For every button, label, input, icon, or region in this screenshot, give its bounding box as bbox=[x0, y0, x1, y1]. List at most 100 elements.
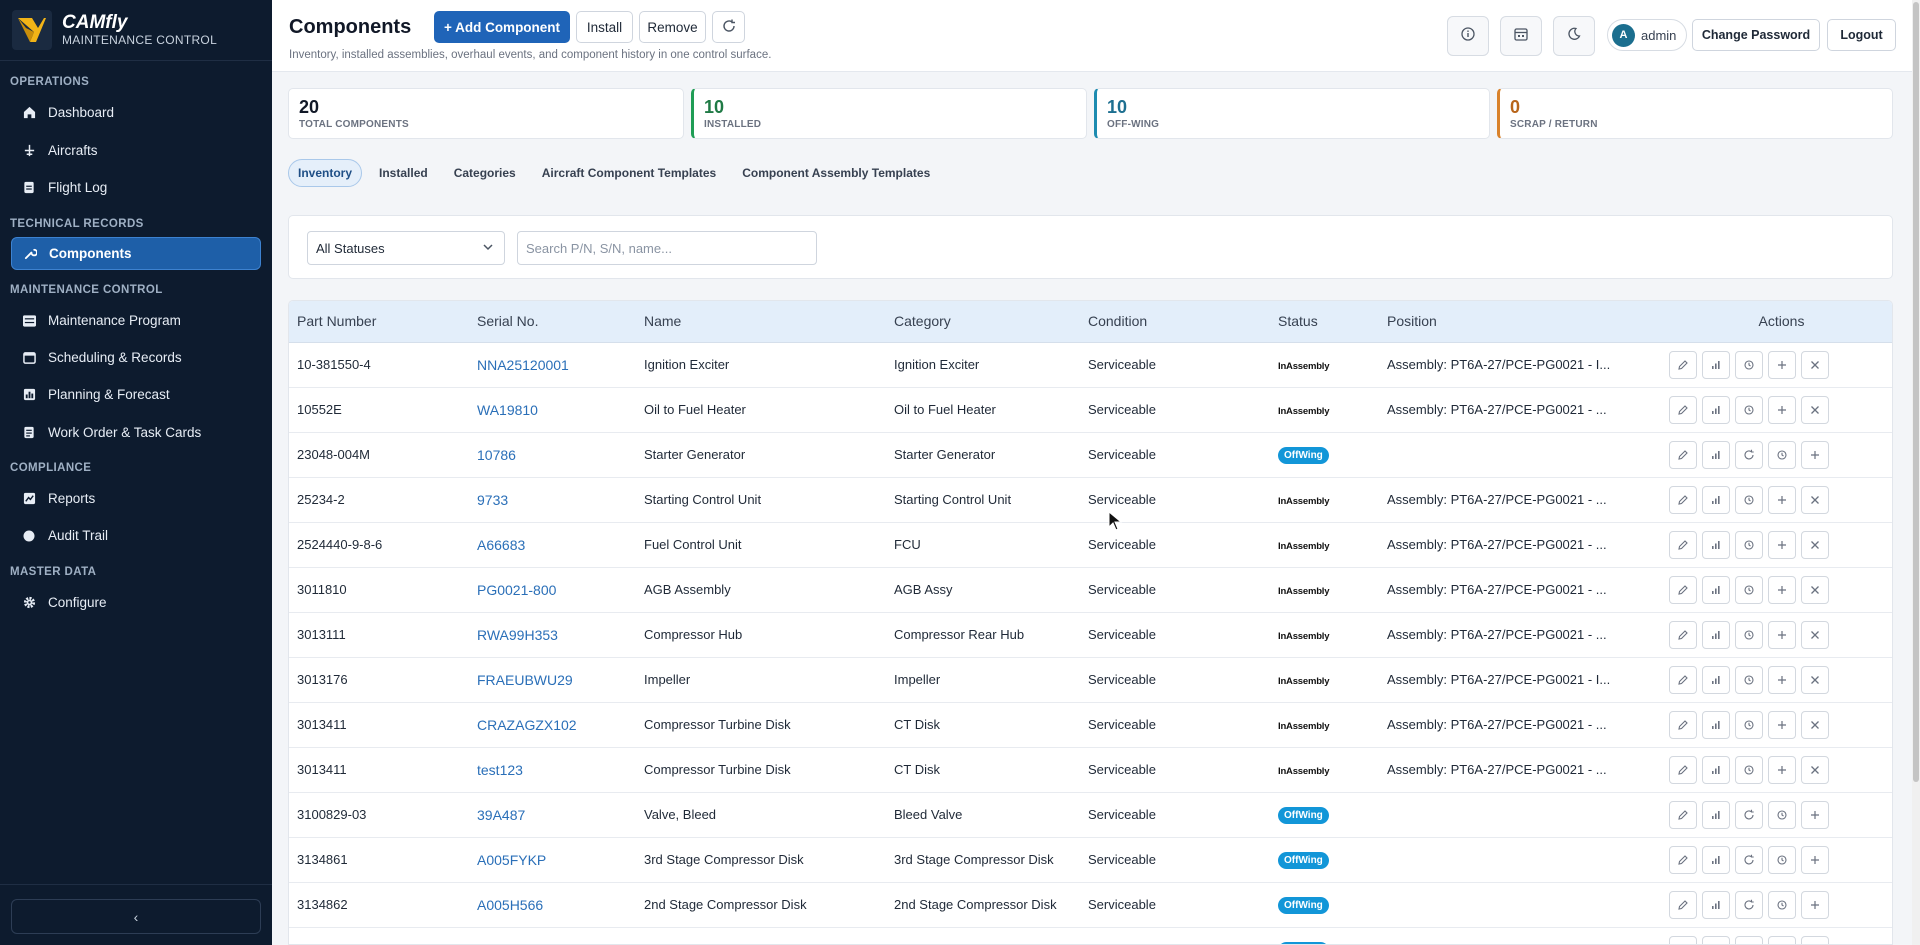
row-action-history-button[interactable] bbox=[1735, 395, 1763, 424]
table-row[interactable]: 25234-2 9733 Starting Control Unit Starting… bbox=[289, 477, 1892, 523]
tab-installed[interactable]: Installed bbox=[370, 160, 437, 186]
table-row[interactable]: 3013111 RWA99H353 Compressor Hub Compressor… bbox=[289, 612, 1892, 658]
table-row[interactable]: 10552E WA19810 Oil to Fuel Heater Oil to Fu… bbox=[289, 387, 1892, 433]
row-action-plus-button[interactable] bbox=[1768, 620, 1796, 649]
row-action-plus-button[interactable] bbox=[1768, 710, 1796, 739]
row-action-history-button[interactable] bbox=[1735, 350, 1763, 379]
refresh-button[interactable] bbox=[712, 11, 745, 43]
table-row[interactable]: 3100829-03 39A487 Valve, Bleed Bleed Valve S… bbox=[289, 792, 1892, 838]
row-action-chart-button[interactable] bbox=[1702, 845, 1730, 874]
row-action-edit-button[interactable] bbox=[1669, 440, 1697, 469]
row-action-close-button[interactable] bbox=[1801, 665, 1829, 694]
cell-serial-no[interactable]: PG0021-800 bbox=[469, 567, 636, 613]
row-action-plus-button[interactable] bbox=[1801, 845, 1829, 874]
sidebar-item-configure[interactable]: Configure bbox=[11, 586, 261, 619]
table-row[interactable]: 3013411 test123 Compressor Turbine Disk CT … bbox=[289, 747, 1892, 793]
row-action-history-button[interactable] bbox=[1735, 485, 1763, 514]
row-action-edit-button[interactable] bbox=[1669, 530, 1697, 559]
row-action-refresh-button[interactable] bbox=[1735, 440, 1763, 469]
install-button[interactable]: Install bbox=[576, 11, 633, 43]
row-action-close-button[interactable] bbox=[1801, 395, 1829, 424]
sidebar-item-work-order-task-cards[interactable]: Work Order & Task Cards bbox=[11, 416, 261, 449]
row-action-edit-button[interactable] bbox=[1669, 575, 1697, 604]
row-action-chart-button[interactable] bbox=[1702, 665, 1730, 694]
cell-serial-no[interactable]: 9733 bbox=[469, 477, 636, 523]
row-action-plus-button[interactable] bbox=[1801, 800, 1829, 829]
sidebar-item-reports[interactable]: Reports bbox=[11, 482, 261, 515]
row-action-history-button[interactable] bbox=[1768, 845, 1796, 874]
table-row[interactable]: 3013411 CRAZAGZX102 Compressor Turbine Dis… bbox=[289, 702, 1892, 748]
tab-inventory[interactable]: Inventory bbox=[288, 159, 363, 187]
cell-serial-no[interactable]: A005H566 bbox=[469, 882, 636, 928]
row-action-history-button[interactable] bbox=[1735, 710, 1763, 739]
row-action-plus-button[interactable] bbox=[1801, 935, 1829, 944]
row-action-edit-button[interactable] bbox=[1669, 485, 1697, 514]
column-header-category[interactable]: Category bbox=[886, 301, 1080, 343]
row-action-edit-button[interactable] bbox=[1669, 395, 1697, 424]
row-action-chart-button[interactable] bbox=[1702, 485, 1730, 514]
row-action-chart-button[interactable] bbox=[1702, 890, 1730, 919]
row-action-edit-button[interactable] bbox=[1669, 935, 1697, 944]
row-action-close-button[interactable] bbox=[1801, 575, 1829, 604]
column-header-condition[interactable]: Condition bbox=[1080, 301, 1270, 343]
status-filter-select[interactable]: All Statuses bbox=[307, 231, 505, 265]
cell-serial-no[interactable] bbox=[469, 927, 636, 944]
logout-button[interactable]: Logout bbox=[1827, 19, 1896, 51]
row-action-refresh-button[interactable] bbox=[1735, 935, 1763, 944]
column-header-part-number[interactable]: Part Number bbox=[289, 301, 469, 343]
row-action-plus-button[interactable] bbox=[1768, 350, 1796, 379]
sidebar-collapse-button[interactable]: ‹ bbox=[11, 899, 261, 934]
row-action-close-button[interactable] bbox=[1801, 530, 1829, 559]
user-menu[interactable]: A admin bbox=[1607, 19, 1687, 51]
table-row[interactable]: 10-381550-4 NNA25120001 Ignition Exciter Ig… bbox=[289, 342, 1892, 388]
cell-serial-no[interactable]: FRAEUBWU29 bbox=[469, 657, 636, 703]
row-action-edit-button[interactable] bbox=[1669, 620, 1697, 649]
row-action-chart-button[interactable] bbox=[1702, 395, 1730, 424]
sidebar-item-planning-forecast[interactable]: Planning & Forecast bbox=[11, 378, 261, 411]
row-action-history-button[interactable] bbox=[1735, 620, 1763, 649]
row-action-history-button[interactable] bbox=[1768, 890, 1796, 919]
row-action-chart-button[interactable] bbox=[1702, 440, 1730, 469]
row-action-chart-button[interactable] bbox=[1702, 350, 1730, 379]
row-action-history-button[interactable] bbox=[1735, 575, 1763, 604]
table-row[interactable]: OffWing bbox=[289, 927, 1892, 944]
sidebar-item-maintenance-program[interactable]: Maintenance Program bbox=[11, 304, 261, 337]
row-action-edit-button[interactable] bbox=[1669, 800, 1697, 829]
table-row[interactable]: 3134861 A005FYKP 3rd Stage Compressor Disk… bbox=[289, 837, 1892, 883]
row-action-refresh-button[interactable] bbox=[1735, 800, 1763, 829]
tab-aircraft-component-templates[interactable]: Aircraft Component Templates bbox=[533, 160, 725, 186]
row-action-chart-button[interactable] bbox=[1702, 755, 1730, 784]
row-action-chart-button[interactable] bbox=[1702, 620, 1730, 649]
table-row[interactable]: 3011810 PG0021-800 AGB Assembly AGB Assy Ser… bbox=[289, 567, 1892, 613]
column-header-position[interactable]: Position bbox=[1379, 301, 1661, 343]
row-action-plus-button[interactable] bbox=[1768, 485, 1796, 514]
sidebar-item-scheduling-records[interactable]: Scheduling & Records bbox=[11, 341, 261, 374]
cell-serial-no[interactable]: A66683 bbox=[469, 522, 636, 568]
row-action-chart-button[interactable] bbox=[1702, 800, 1730, 829]
theme-toggle-button[interactable] bbox=[1553, 16, 1595, 56]
row-action-history-button[interactable] bbox=[1768, 440, 1796, 469]
change-password-button[interactable]: Change Password bbox=[1692, 19, 1820, 51]
row-action-history-button[interactable] bbox=[1735, 665, 1763, 694]
row-action-close-button[interactable] bbox=[1801, 350, 1829, 379]
tab-categories[interactable]: Categories bbox=[445, 160, 525, 186]
row-action-chart-button[interactable] bbox=[1702, 575, 1730, 604]
cell-serial-no[interactable]: test123 bbox=[469, 747, 636, 793]
row-action-plus-button[interactable] bbox=[1768, 755, 1796, 784]
tab-component-assembly-templates[interactable]: Component Assembly Templates bbox=[733, 160, 939, 186]
row-action-close-button[interactable] bbox=[1801, 620, 1829, 649]
cell-serial-no[interactable]: NNA25120001 bbox=[469, 342, 636, 388]
sidebar-item-flight-log[interactable]: Flight Log bbox=[11, 171, 261, 204]
cell-serial-no[interactable]: 10786 bbox=[469, 432, 636, 478]
row-action-refresh-button[interactable] bbox=[1735, 845, 1763, 874]
row-action-close-button[interactable] bbox=[1801, 710, 1829, 739]
cell-serial-no[interactable]: A005FYKP bbox=[469, 837, 636, 883]
page-scrollbar[interactable] bbox=[1912, 0, 1920, 945]
search-input[interactable] bbox=[517, 231, 817, 265]
row-action-edit-button[interactable] bbox=[1669, 755, 1697, 784]
row-action-plus-button[interactable] bbox=[1768, 530, 1796, 559]
row-action-edit-button[interactable] bbox=[1669, 845, 1697, 874]
row-action-history-button[interactable] bbox=[1768, 935, 1796, 944]
cell-serial-no[interactable]: 39A487 bbox=[469, 792, 636, 838]
row-action-refresh-button[interactable] bbox=[1735, 890, 1763, 919]
